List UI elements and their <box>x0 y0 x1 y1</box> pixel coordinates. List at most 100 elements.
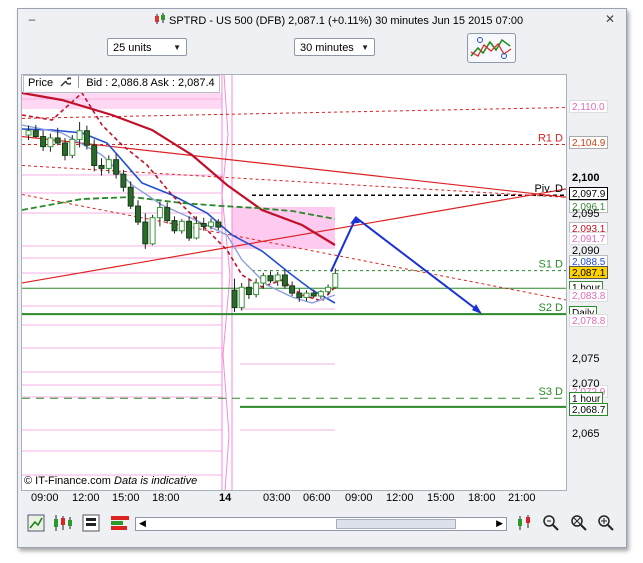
scroll-left-icon[interactable]: ◀ <box>139 518 146 529</box>
candles-icon[interactable] <box>52 514 72 532</box>
candle-body <box>332 273 339 288</box>
time-tick: 06:00 <box>303 492 331 504</box>
bars-icon[interactable] <box>82 514 100 532</box>
price-tick: 2,070 <box>572 377 600 390</box>
candle-body <box>289 285 296 294</box>
chart-tools-icon <box>470 37 512 59</box>
candle-body <box>171 220 178 232</box>
watermark: © IT-Finance.com Data is indicative <box>24 475 197 487</box>
candle-body <box>98 165 105 169</box>
level-label-s1: S1 D <box>539 259 564 271</box>
time-tick: 18:00 <box>468 492 496 504</box>
candle-body <box>69 138 76 156</box>
candle-body <box>149 217 156 245</box>
price-label-box: 2,097.9 <box>569 187 609 201</box>
period-select[interactable]: 30 minutes ▼ <box>294 38 375 56</box>
price-label-box: 2,087.1 <box>569 265 609 279</box>
candle-body <box>62 142 68 156</box>
price-chart: R1 D Piv. D S1 D S2 D S3 D <box>22 75 566 490</box>
bid-ask-text: Bid : 2,086.8 Ask : 2,087.4 <box>86 77 215 89</box>
close-icon[interactable]: ✕ <box>604 13 616 25</box>
price-label-box: 2,068.7 <box>569 402 609 416</box>
candle-body <box>208 221 214 227</box>
candle-body <box>281 274 288 287</box>
zoom-reset-icon[interactable] <box>570 514 588 532</box>
zoom-in-icon[interactable] <box>597 514 615 532</box>
candle-body <box>156 207 163 219</box>
candle-body <box>178 220 185 232</box>
level-label-r1: R1 D <box>538 132 563 144</box>
price-label-box: 2,110.0 <box>569 99 608 113</box>
session-band <box>22 93 222 109</box>
price-tick: 2,095 <box>572 208 600 221</box>
candle-body <box>267 275 274 282</box>
time-tick: 03:00 <box>263 492 291 504</box>
time-tick: 15:00 <box>427 492 455 504</box>
time-tick: 12:00 <box>72 492 100 504</box>
session-zigzag <box>221 75 231 490</box>
window-title-text: SPTRD - US 500 (DFB) 2,087.1 (+0.11%) 30… <box>169 15 524 27</box>
candle-body <box>76 130 83 140</box>
price-label-box: 2,078.8 <box>569 314 609 328</box>
candle-body <box>164 207 171 222</box>
price-tick: 2,075 <box>572 353 600 366</box>
candle-body <box>54 137 61 144</box>
chevron-down-icon: ▼ <box>173 43 181 52</box>
price-tick: 2,065 <box>572 427 600 440</box>
price-label-box: 2,104.9 <box>569 136 609 150</box>
barchart-icon[interactable] <box>110 514 129 532</box>
candle-body <box>231 289 238 309</box>
indicators-icon[interactable] <box>515 514 533 532</box>
chart-legend: Price Bid : 2,086.8 Ask : 2,087.4 <box>23 75 220 93</box>
units-select[interactable]: 25 units ▼ <box>107 38 187 56</box>
scroll-right-icon[interactable]: ▶ <box>496 518 503 529</box>
price-tick: 2,090 <box>572 244 600 257</box>
chevron-down-icon: ▼ <box>361 43 369 52</box>
plot-area[interactable]: R1 D Piv. D S1 D S2 D S3 D <box>21 74 567 491</box>
legend-divider <box>78 76 80 88</box>
candle-body <box>32 130 39 138</box>
time-tick: 09:00 <box>31 492 59 504</box>
price-label: Price <box>28 77 54 89</box>
candle-body <box>325 286 332 293</box>
chart-tools-button[interactable] <box>467 33 516 63</box>
watermark-brand: © IT-Finance.com <box>24 475 111 487</box>
candle-body <box>83 130 90 146</box>
candle-body <box>260 275 267 284</box>
candle-body <box>317 291 324 297</box>
zoom-auto-icon[interactable] <box>542 514 560 532</box>
scrollbar-thumb[interactable] <box>336 519 456 529</box>
time-tick: 18:00 <box>152 492 180 504</box>
time-tick: 09:00 <box>345 492 373 504</box>
price-tick: 2,100 <box>572 172 600 184</box>
candle-body <box>120 173 127 188</box>
units-select-value: 25 units <box>113 42 152 54</box>
title-bar: – ✕ SPTRD - US 500 (DFB) 2,087.1 (+0.11%… <box>18 9 626 29</box>
candlestick-icon <box>155 13 165 24</box>
time-tick: 21:00 <box>508 492 536 504</box>
price-label-box: 2,083.8 <box>569 289 609 303</box>
candle-body <box>127 186 134 207</box>
period-select-value: 30 minutes <box>300 42 354 54</box>
support-trendline <box>22 188 566 284</box>
watermark-note: Data is indicative <box>114 475 198 487</box>
candle-body <box>25 130 32 136</box>
candle-body <box>274 274 281 282</box>
candle-body <box>200 223 207 227</box>
level-label-s3: S3 D <box>539 386 564 398</box>
candle-body <box>215 221 222 228</box>
candle-body <box>186 220 193 239</box>
candle-body <box>91 144 98 166</box>
candle-body <box>245 286 252 296</box>
candle-body <box>253 282 260 296</box>
candle-body <box>47 137 54 148</box>
moving-average-line <box>22 91 336 302</box>
candle-body <box>238 286 245 309</box>
chart-type-icon[interactable] <box>27 514 45 532</box>
candle-body <box>303 292 310 298</box>
minimize-icon[interactable]: – <box>26 13 38 25</box>
wrench-icon[interactable] <box>59 76 73 87</box>
time-axis: 09:00 12:00 15:00 18:00 14 03:00 06:00 09:00 12:… <box>21 491 567 507</box>
time-scrollbar[interactable]: ◀ ▶ <box>135 517 507 531</box>
candle-body <box>142 221 149 245</box>
